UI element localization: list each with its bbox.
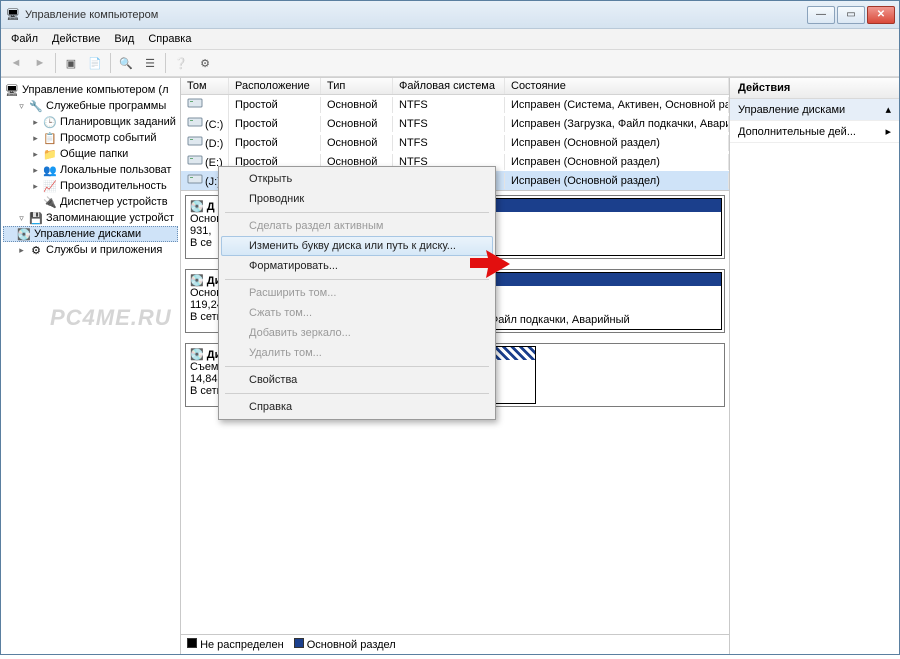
storage-icon: 💾 [29, 211, 43, 225]
actions-panel: Действия Управление дисками▴ Дополнитель… [729, 78, 899, 654]
ctx-explorer[interactable]: Проводник [221, 189, 493, 209]
tree-services[interactable]: ▸⚙Службы и приложения [3, 242, 178, 258]
ctx-shrink: Сжать том... [221, 303, 493, 323]
up-button[interactable]: ▣ [60, 52, 82, 74]
ctx-help[interactable]: Справка [221, 397, 493, 417]
tree-storage[interactable]: ▿💾Запоминающие устройст [3, 210, 178, 226]
ctx-extend: Расширить том... [221, 283, 493, 303]
window-title: Управление компьютером [25, 9, 807, 21]
chevron-right-icon: ▸ [885, 125, 891, 138]
close-button[interactable]: ✕ [867, 6, 895, 24]
legend-unallocated: Не распределен [200, 639, 284, 651]
titlebar[interactable]: 🖥 Управление компьютером — ▭ ✕ [1, 1, 899, 29]
ctx-delete: Удалить том... [221, 343, 493, 363]
menu-file[interactable]: Файл [5, 31, 44, 47]
tree-eventviewer[interactable]: ▸📋Просмотр событий [3, 130, 178, 146]
actions-header: Действия [730, 78, 899, 99]
col-volume[interactable]: Том [181, 78, 229, 94]
legend: Не распределен Основной раздел [181, 634, 729, 654]
col-type[interactable]: Тип [321, 78, 393, 94]
drive-icon [187, 173, 205, 185]
drive-icon [187, 116, 205, 128]
back-button[interactable]: ◄ [5, 52, 27, 74]
tree-root[interactable]: 🖥Управление компьютером (л [3, 82, 178, 98]
forward-button[interactable]: ► [29, 52, 51, 74]
volume-row[interactable]: (C:)ПростойОсновнойNTFSИсправен (Загрузк… [181, 114, 729, 133]
computer-icon: 🖥 [5, 83, 19, 97]
clock-icon: 🕒 [43, 115, 57, 129]
ctx-mirror: Добавить зеркало... [221, 323, 493, 343]
eventlog-icon: 📋 [43, 131, 57, 145]
device-icon: 🔌 [43, 195, 57, 209]
menu-view[interactable]: Вид [108, 31, 140, 47]
tree-system-tools[interactable]: ▿🔧Служебные программы [3, 98, 178, 114]
ctx-properties[interactable]: Свойства [221, 370, 493, 390]
ctx-format[interactable]: Форматировать... [221, 256, 493, 276]
ctx-change-letter[interactable]: Изменить букву диска или путь к диску... [221, 236, 493, 256]
toolbar: ◄ ► ▣ 📄 🔍 ☰ ❔ ⚙ [1, 49, 899, 77]
tree-devmgr[interactable]: 🔌Диспетчер устройств [3, 194, 178, 210]
help-button[interactable]: ❔ [170, 52, 192, 74]
action-more[interactable]: Дополнительные дей...▸ [730, 121, 899, 143]
col-layout[interactable]: Расположение [229, 78, 321, 94]
tree-diskmgmt[interactable]: 💽Управление дисками [3, 226, 178, 242]
menubar: Файл Действие Вид Справка [1, 29, 899, 49]
volume-header[interactable]: Том Расположение Тип Файловая система Со… [181, 78, 729, 95]
ctx-open[interactable]: Открыть [221, 169, 493, 189]
menu-action[interactable]: Действие [46, 31, 106, 47]
perf-icon: 📈 [43, 179, 57, 193]
collapse-icon: ▴ [885, 103, 891, 116]
maximize-button[interactable]: ▭ [837, 6, 865, 24]
tree-perf[interactable]: ▸📈Производительность [3, 178, 178, 194]
minimize-button[interactable]: — [807, 6, 835, 24]
tree-panel[interactable]: 🖥Управление компьютером (л ▿🔧Служебные п… [1, 78, 181, 654]
volume-row[interactable]: (D:)ПростойОсновнойNTFSИсправен (Основно… [181, 133, 729, 152]
col-status[interactable]: Состояние [505, 78, 729, 94]
diskmgmt-icon: 💽 [17, 227, 31, 241]
watermark: PC4ME.RU [50, 305, 172, 331]
refresh-button[interactable]: 🔍 [115, 52, 137, 74]
services-icon: ⚙ [29, 243, 43, 257]
properties-button[interactable]: 📄 [84, 52, 106, 74]
volume-row[interactable]: ПростойОсновнойNTFSИсправен (Система, Ак… [181, 95, 729, 114]
users-icon: 👥 [43, 163, 57, 177]
legend-primary: Основной раздел [307, 639, 396, 651]
folder-icon: 📁 [43, 147, 57, 161]
drive-icon [187, 135, 205, 147]
settings-button[interactable]: ⚙ [194, 52, 216, 74]
tools-icon: 🔧 [29, 99, 43, 113]
action-diskmgmt[interactable]: Управление дисками▴ [730, 99, 899, 121]
tree-scheduler[interactable]: ▸🕒Планировщик заданий [3, 114, 178, 130]
tree-shared[interactable]: ▸📁Общие папки [3, 146, 178, 162]
drive-icon [187, 154, 205, 166]
ctx-make-active: Сделать раздел активным [221, 216, 493, 236]
tree-users[interactable]: ▸👥Локальные пользоват [3, 162, 178, 178]
context-menu[interactable]: Открыть Проводник Сделать раздел активны… [218, 166, 496, 420]
list-button[interactable]: ☰ [139, 52, 161, 74]
col-fs[interactable]: Файловая система [393, 78, 505, 94]
drive-icon [187, 97, 205, 109]
annotation-arrow [470, 250, 510, 283]
app-icon: 🖥 [5, 7, 21, 23]
menu-help[interactable]: Справка [142, 31, 197, 47]
